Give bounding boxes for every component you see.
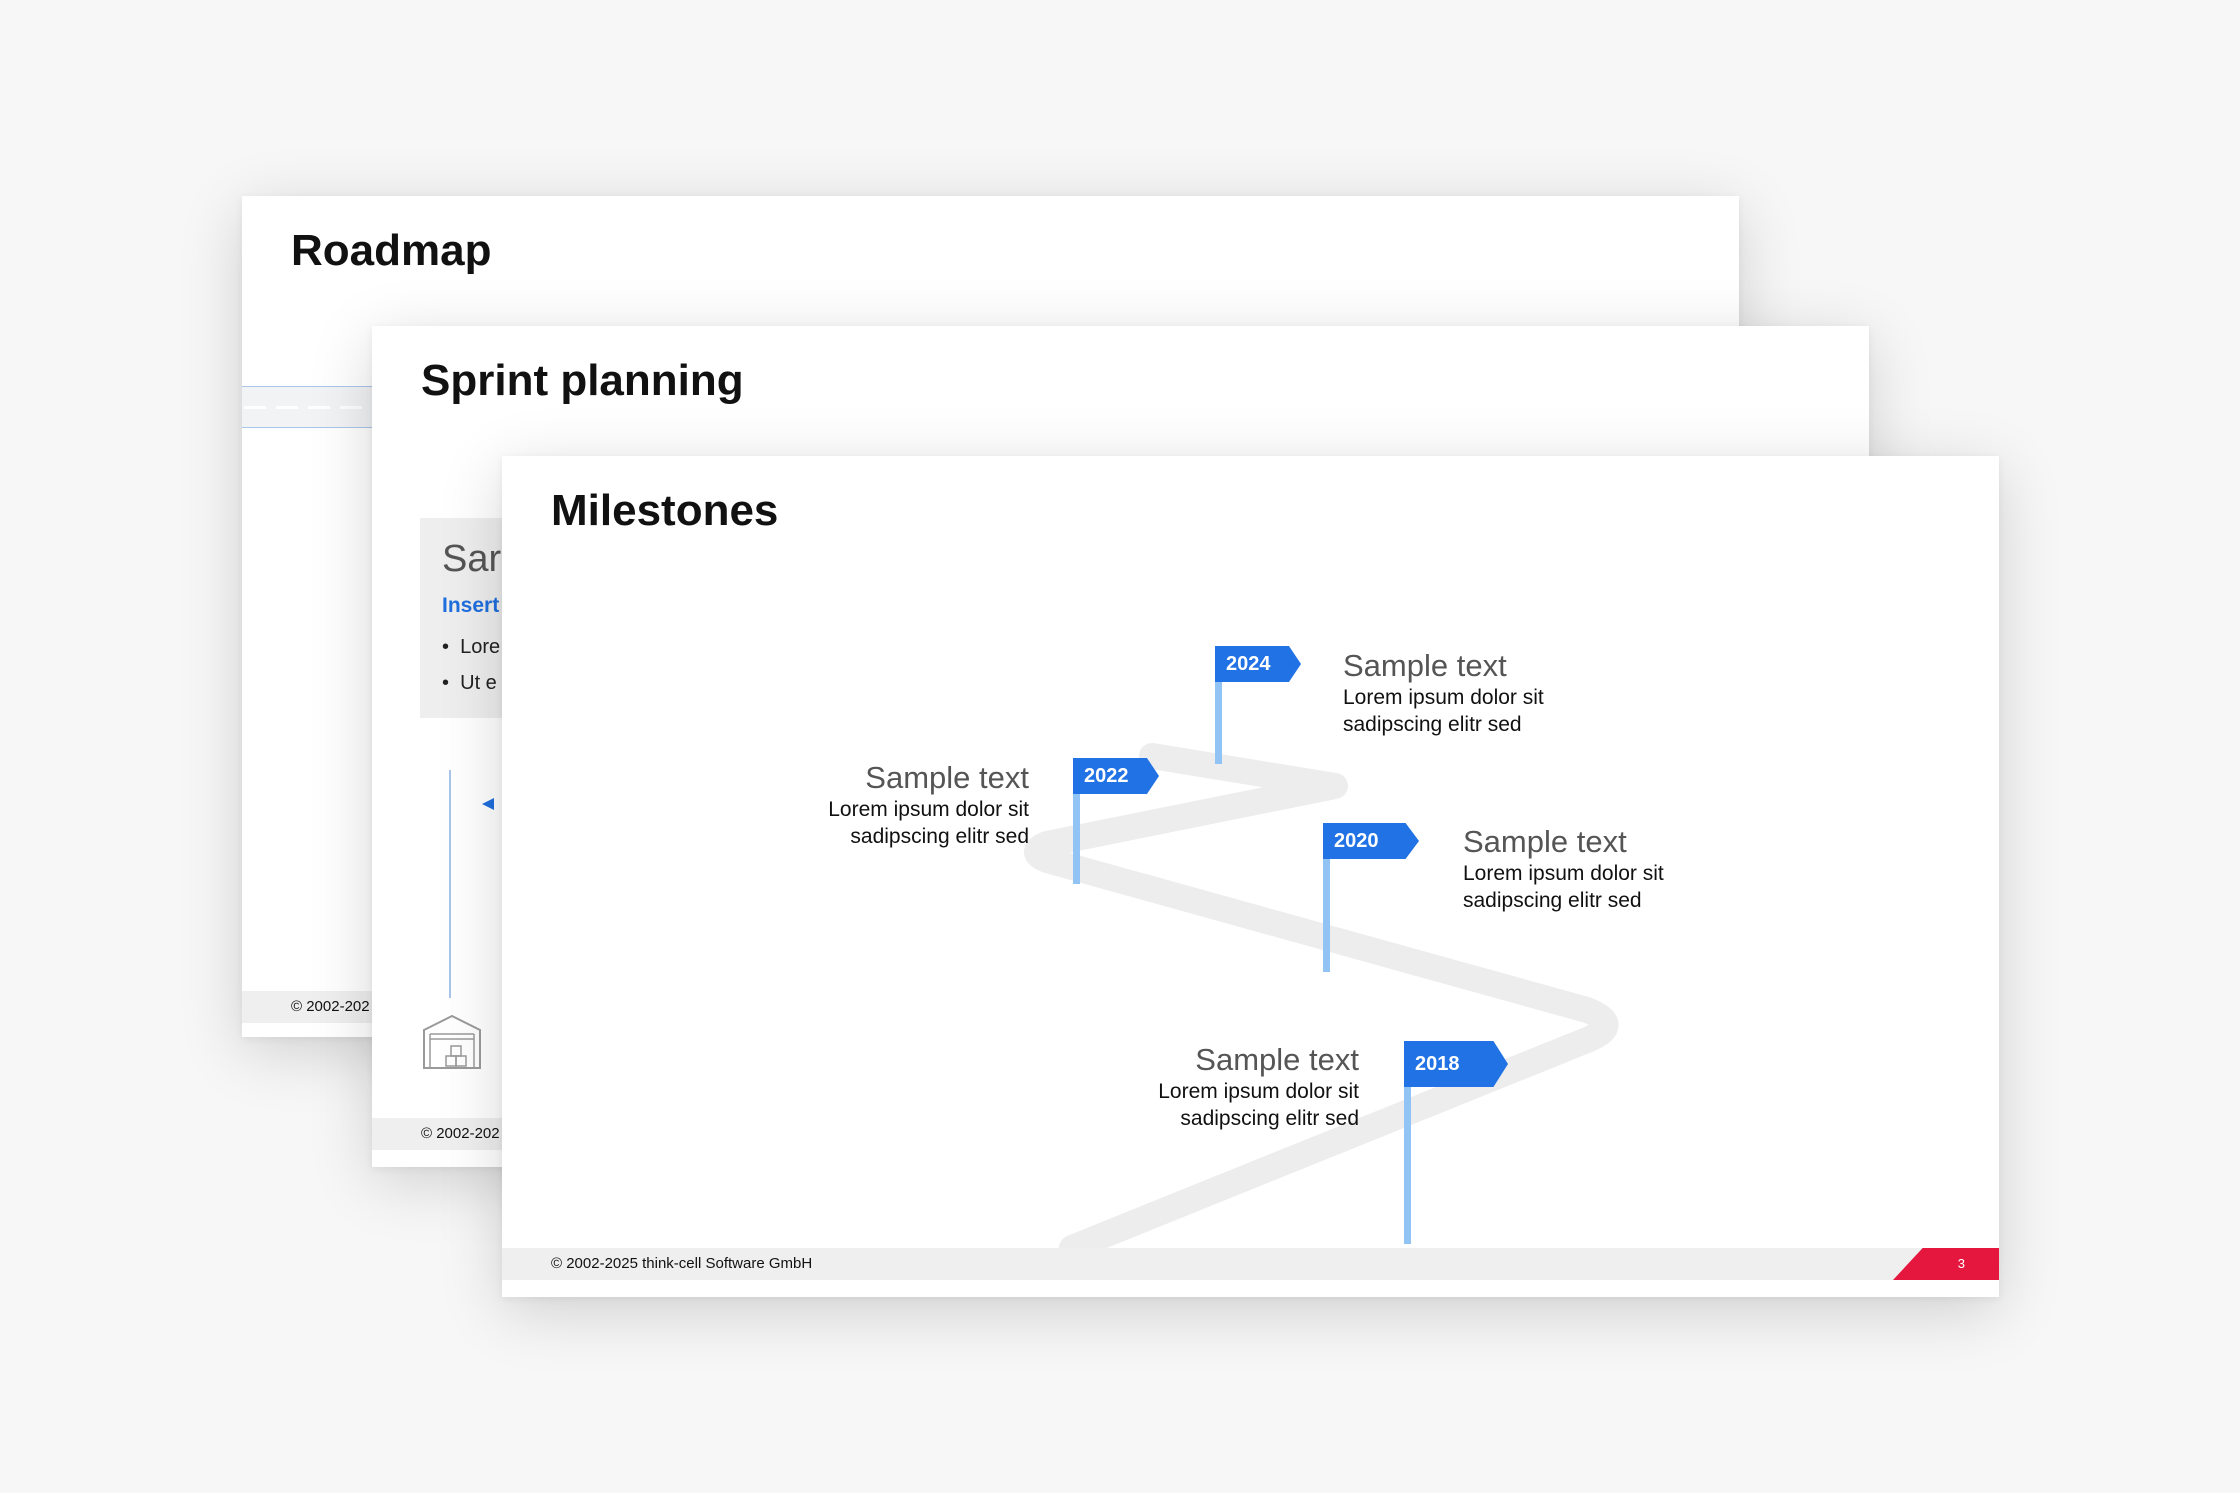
card-bullet: • Ut e [442, 672, 497, 694]
milestone-desc-line: Lorem ipsum dolor sit [1463, 862, 1664, 885]
warehouse-icon [423, 1014, 481, 1069]
milestone-desc-line: Lorem ipsum dolor sit [1158, 1080, 1359, 1103]
milestone-desc-line: sadipscing elitr sed [1463, 889, 1642, 912]
milestone-text: Sample text Lorem ipsum dolor sit sadips… [1463, 824, 1803, 914]
slide-milestones[interactable]: Milestones 2024 Sample text Lorem ipsum … [502, 456, 1999, 1297]
milestone-text: Sample text Lorem ipsum dolor sit sadips… [689, 760, 1029, 850]
milestone-desc-line: Lorem ipsum dolor sit [1343, 686, 1544, 709]
slide-footer: © 2002-2025 think-cell Software GmbH 3 [502, 1248, 1999, 1280]
milestone-flag-2022[interactable]: 2022 [1073, 758, 1159, 794]
timeline-line [449, 770, 451, 998]
milestone-flag-2020[interactable]: 2020 [1323, 823, 1419, 859]
arrow-left-icon [482, 798, 494, 810]
footer-copyright: © 2002-2025 think-cell Software GmbH [551, 1255, 813, 1272]
milestone-desc-line: Lorem ipsum dolor sit [828, 798, 1029, 821]
flag-year: 2022 [1084, 765, 1129, 787]
milestone-flag-2024[interactable]: 2024 [1215, 646, 1301, 682]
card-subtitle: Insert [442, 594, 500, 617]
milestone-title: Sample text [1195, 1042, 1359, 1077]
slide-title: Roadmap [291, 226, 492, 275]
milestone-desc-line: sadipscing elitr sed [1343, 713, 1522, 736]
page-number: 3 [1957, 1256, 1965, 1271]
sprint-card: Sar Insert • Lore • Ut e [420, 518, 510, 718]
card-title: Sar [442, 538, 502, 580]
slide-title: Sprint planning [421, 356, 744, 405]
milestone-text: Sample text Lorem ipsum dolor sit sadips… [1343, 648, 1683, 738]
milestone-desc-line: sadipscing elitr sed [850, 825, 1029, 848]
roadmap-road [242, 386, 382, 428]
milestone-flag-2018[interactable]: 2018 [1404, 1041, 1508, 1087]
page-number-tab [1893, 1248, 1999, 1280]
flag-pole [1215, 672, 1222, 764]
flag-year: 2020 [1334, 830, 1379, 852]
footer-copyright: © 2002-202 [421, 1125, 500, 1142]
footer-copyright: © 2002-202 [291, 998, 370, 1015]
flag-pole [1323, 848, 1330, 972]
flag-pole [1073, 784, 1080, 884]
milestone-title: Sample text [1343, 648, 1507, 683]
card-bullet: • Lore [442, 636, 501, 658]
milestone-text: Sample text Lorem ipsum dolor sit sadips… [1019, 1042, 1359, 1132]
flag-year: 2024 [1226, 653, 1271, 675]
milestone-title: Sample text [1463, 824, 1627, 859]
milestone-desc-line: sadipscing elitr sed [1180, 1107, 1359, 1130]
flag-pole [1404, 1086, 1411, 1244]
milestone-title: Sample text [865, 760, 1029, 795]
flag-year: 2018 [1415, 1053, 1460, 1075]
